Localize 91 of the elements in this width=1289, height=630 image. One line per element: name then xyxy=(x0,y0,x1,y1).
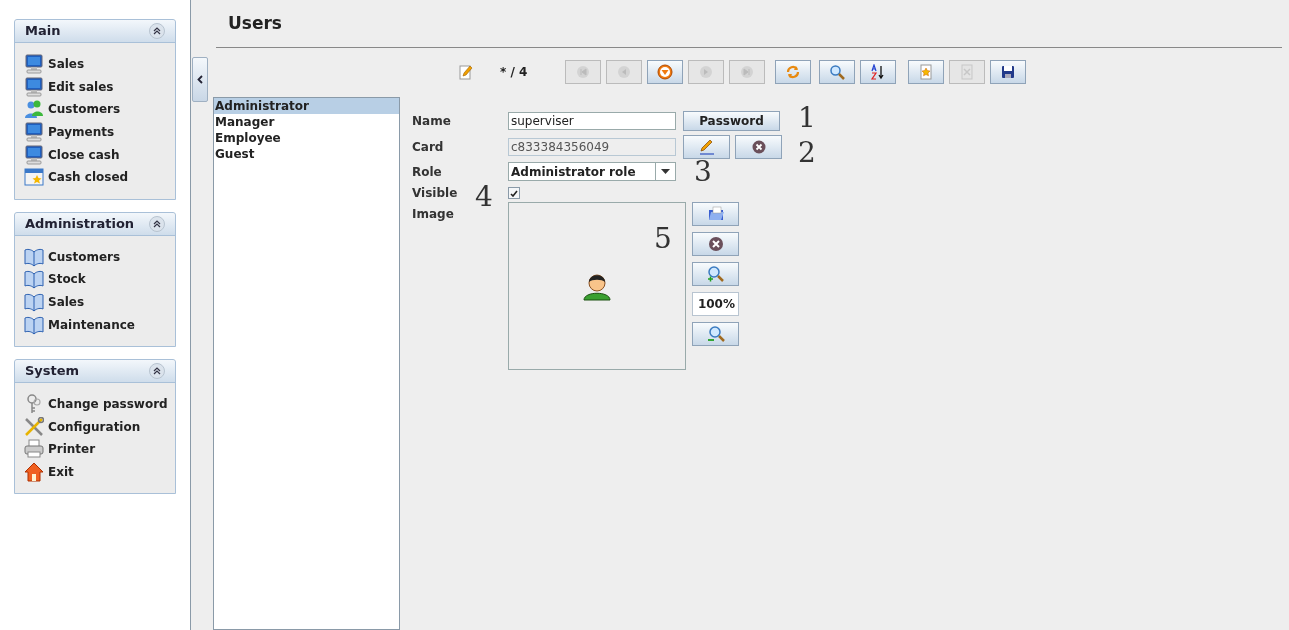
printer-icon xyxy=(24,439,44,460)
sidebar-item[interactable]: Stock xyxy=(24,268,175,291)
collapse-panel-button[interactable] xyxy=(149,362,165,379)
sidebar-item[interactable]: Payments xyxy=(24,120,175,144)
sidebar-item[interactable]: Configuration xyxy=(24,415,175,439)
zoom-in-button[interactable] xyxy=(692,262,739,286)
double-chevron-up-icon xyxy=(153,27,161,35)
edit-card-button[interactable] xyxy=(683,134,730,159)
down-icon xyxy=(657,64,673,80)
book-icon xyxy=(24,292,44,313)
field-label: Card xyxy=(412,138,445,156)
card-input[interactable]: c833384356049 xyxy=(508,137,676,156)
user-list-item[interactable]: Guest xyxy=(214,146,399,162)
close-icon xyxy=(706,235,725,253)
sidebar-item[interactable]: Maintenance xyxy=(24,313,175,336)
zoom-in-icon xyxy=(706,265,725,283)
sidebar-item[interactable]: Close cash xyxy=(24,143,175,166)
name-input[interactable]: superviser xyxy=(508,112,676,130)
double-chevron-up-icon xyxy=(153,366,161,375)
sidebar-item[interactable]: Customers xyxy=(24,98,175,121)
dropdown-value: Administrator role xyxy=(510,163,637,181)
chevron-left-icon xyxy=(197,75,203,84)
password-button[interactable]: Password xyxy=(683,111,780,131)
checkmark-icon xyxy=(510,189,518,197)
calendar-icon xyxy=(24,167,44,188)
sidebar-item[interactable]: Sales xyxy=(24,53,175,76)
page-title: Users xyxy=(228,12,282,36)
new-document-icon xyxy=(918,64,934,80)
zoom-out-button[interactable] xyxy=(692,322,739,346)
open-image-button[interactable] xyxy=(692,202,739,226)
callout-number: 3 xyxy=(694,157,712,187)
field-label: Name xyxy=(412,113,452,130)
first-icon xyxy=(575,64,591,80)
zoom-level: 100% xyxy=(692,292,739,316)
sidebar-item[interactable]: Change password xyxy=(24,392,175,416)
clear-card-button[interactable] xyxy=(735,134,782,159)
house-icon xyxy=(24,462,44,482)
monitor-icon xyxy=(24,76,44,97)
remove-image-button[interactable] xyxy=(692,232,739,256)
field-label: Role xyxy=(412,163,443,181)
monitor-icon xyxy=(24,122,44,143)
search-icon xyxy=(829,64,845,80)
callout-number: 4 xyxy=(475,182,493,212)
delete-document-icon xyxy=(959,64,975,80)
collapse-panel-button[interactable] xyxy=(149,23,165,39)
last-icon xyxy=(739,64,755,80)
sidebar-item[interactable]: Edit sales xyxy=(24,75,175,99)
panel-title: Main xyxy=(25,22,61,41)
panel-title: System xyxy=(25,362,80,381)
sidebar-item[interactable]: Exit xyxy=(24,460,175,484)
book-icon xyxy=(24,269,44,290)
double-chevron-up-icon xyxy=(153,219,161,228)
field-label: Image xyxy=(412,206,455,223)
close-icon xyxy=(751,139,766,154)
folder-icon xyxy=(706,205,725,223)
next-icon xyxy=(698,64,714,80)
toolbar-button[interactable] xyxy=(860,60,896,84)
record-counter: * / 4 xyxy=(500,64,529,81)
monitor-icon xyxy=(24,54,44,75)
zoom-out-icon xyxy=(706,325,725,343)
callout-number: 1 xyxy=(798,103,816,133)
sort-icon xyxy=(870,64,886,80)
sidebar-item[interactable]: Sales xyxy=(24,290,175,314)
tools-icon xyxy=(24,416,44,437)
field-label: Visible xyxy=(412,185,459,202)
dropdown-arrow-icon xyxy=(661,169,670,174)
reload-icon xyxy=(785,64,801,80)
sidebar-item[interactable]: Customers xyxy=(24,245,175,269)
user-list-item[interactable]: Manager xyxy=(214,114,399,130)
role-dropdown[interactable]: Administrator role xyxy=(508,162,676,181)
save-icon xyxy=(1000,64,1016,80)
collapse-button[interactable] xyxy=(192,57,208,102)
edit-icon xyxy=(458,64,474,80)
panel-title: Administration xyxy=(25,214,135,233)
user-list-item[interactable]: Employee xyxy=(214,130,399,146)
previous-icon xyxy=(616,64,632,80)
pencil-icon xyxy=(697,138,716,155)
people-icon xyxy=(24,99,44,120)
book-icon xyxy=(24,314,44,335)
sidebar-item[interactable]: Printer xyxy=(24,438,175,461)
visible-checkbox[interactable] xyxy=(508,187,520,199)
callout-number: 2 xyxy=(798,138,816,168)
toolbar-button[interactable] xyxy=(990,60,1026,84)
keys-icon xyxy=(24,394,44,415)
user-list-item[interactable]: Administrator xyxy=(214,98,399,114)
sidebar-item[interactable]: Cash closed xyxy=(24,165,175,189)
collapse-panel-button[interactable] xyxy=(149,215,165,232)
book-icon xyxy=(24,246,44,267)
monitor-icon xyxy=(24,144,44,165)
callout-number: 5 xyxy=(654,224,672,254)
user-icon xyxy=(582,271,612,301)
